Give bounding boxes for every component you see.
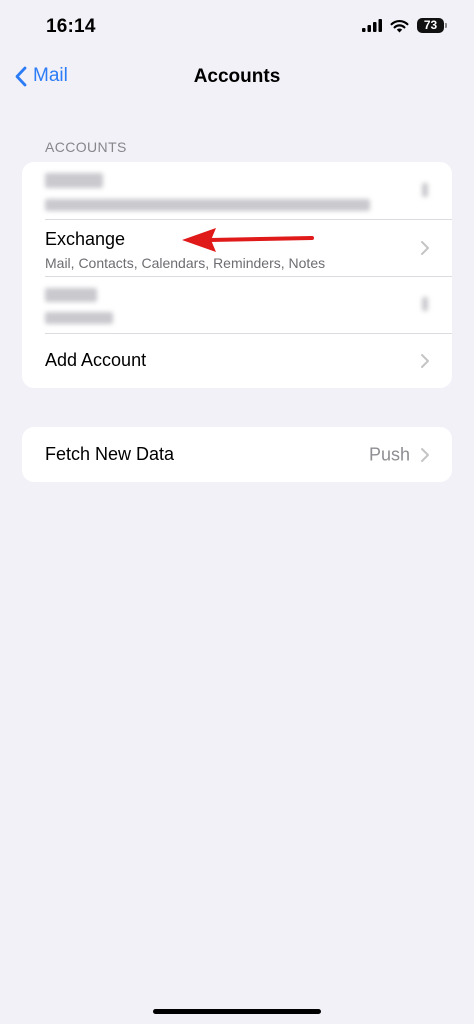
redacted-account-name [45,173,103,188]
chevron-right-icon [421,353,429,368]
battery-indicator: 73 [417,18,447,33]
account-services-exchange: Mail, Contacts, Calendars, Reminders, No… [45,255,326,271]
redacted-chevron [422,183,428,197]
status-time: 16:14 [46,16,96,37]
chevron-right-icon [421,447,429,462]
status-bar: 16:14 73 [0,0,474,52]
accounts-section-header: ACCOUNTS [45,139,127,155]
status-icons: 73 [362,18,447,33]
chevron-right-icon [421,240,429,255]
add-account-label: Add Account [45,350,147,370]
add-account-row[interactable]: Add Account [22,333,452,388]
redacted-chevron [422,297,428,311]
navigation-bar: Mail Accounts [0,56,474,100]
account-row-redacted-2[interactable] [22,276,452,333]
fetch-settings-group: Fetch New Data Push [22,427,452,482]
annotation-arrow-icon [182,228,314,252]
fetch-new-data-label: Fetch New Data [45,444,175,464]
account-title-exchange: Exchange [45,229,126,249]
redacted-account-details [45,199,370,211]
account-row-redacted-1[interactable] [22,162,452,219]
fetch-new-data-value: Push [368,444,410,464]
redacted-account-name [45,288,97,302]
fetch-new-data-row[interactable]: Fetch New Data Push [22,427,452,482]
accounts-list: Exchange Mail, Contacts, Calendars, Remi… [22,162,452,388]
page-title: Accounts [193,66,281,87]
redacted-account-details [45,312,113,324]
wifi-icon [390,19,409,32]
cellular-signal-icon [362,19,382,32]
home-indicator[interactable] [153,1009,321,1014]
